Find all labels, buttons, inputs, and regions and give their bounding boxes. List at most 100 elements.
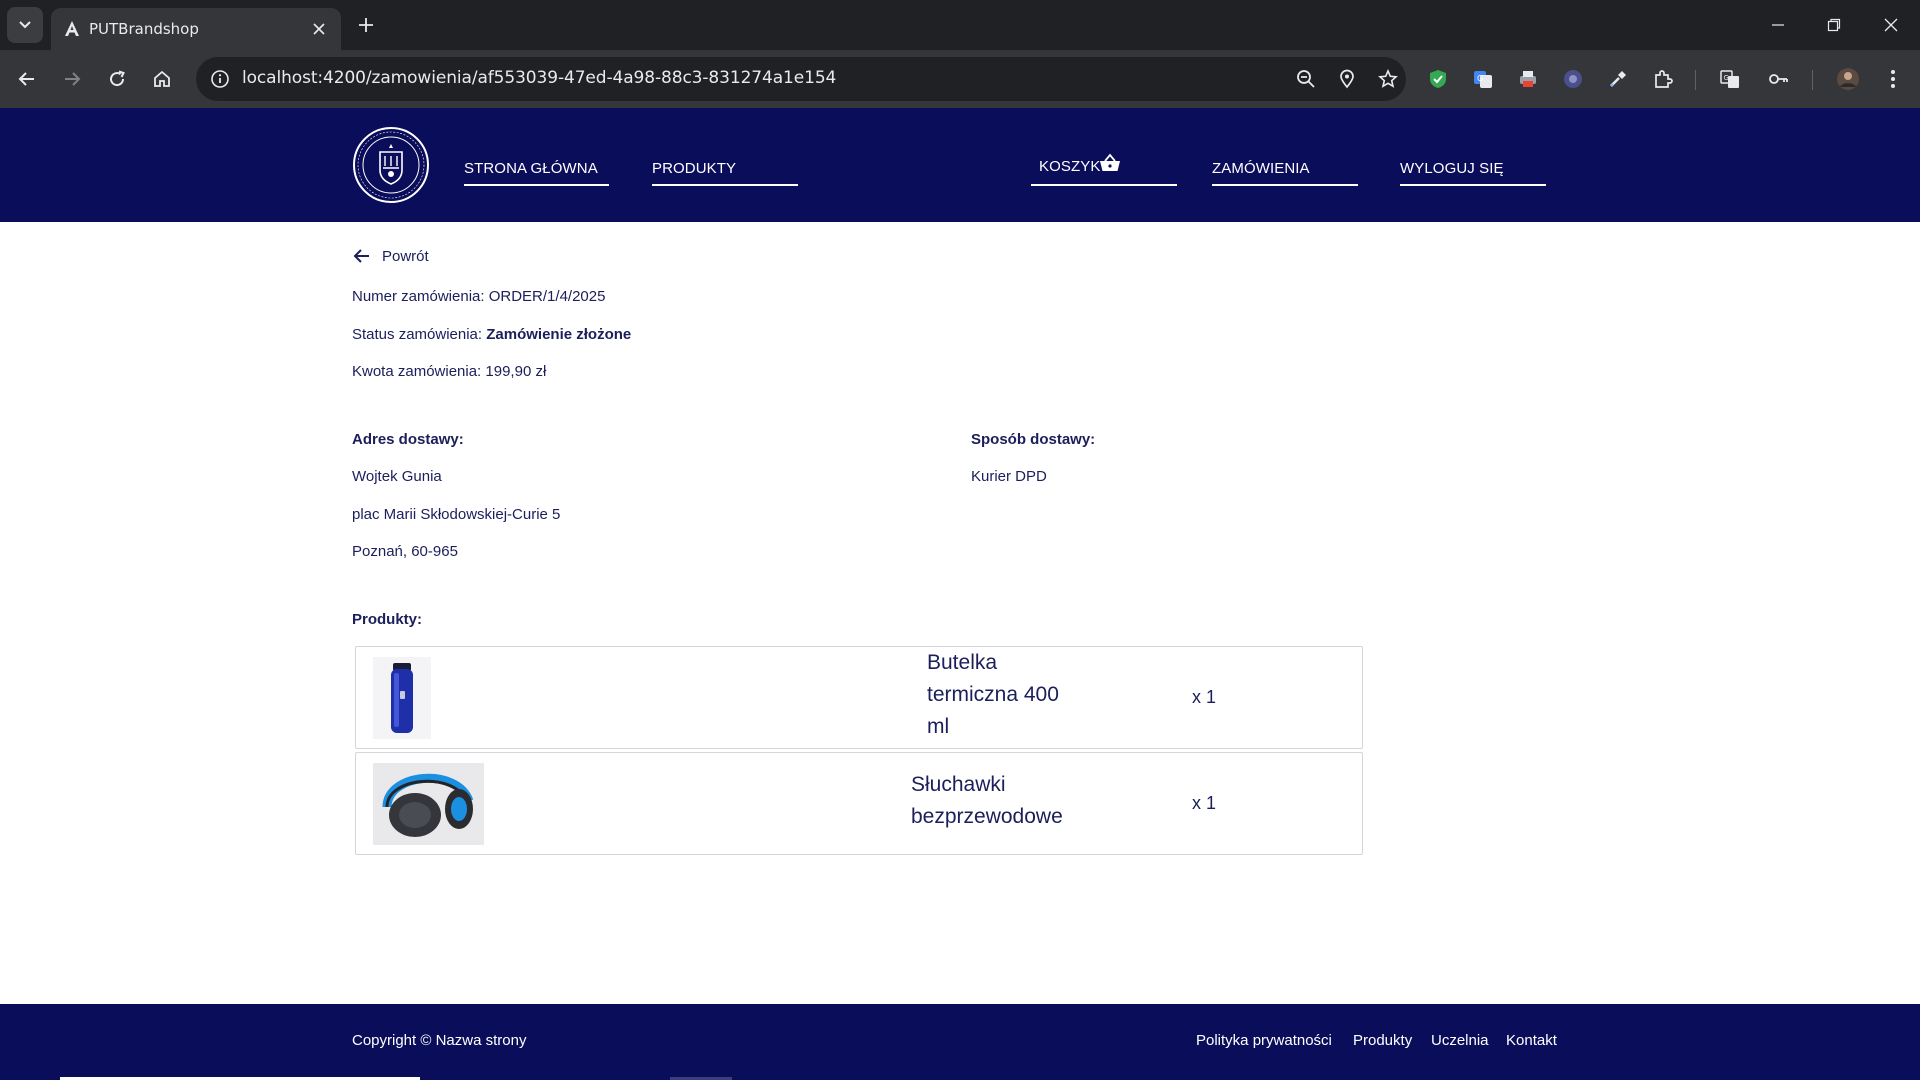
profile-extension-button[interactable] [1557, 63, 1589, 95]
order-number-label: Numer zamówienia: [352, 288, 489, 305]
translate-page-button[interactable]: G [1714, 63, 1746, 95]
order-amount-value: 199,90 zł [485, 363, 547, 380]
angular-favicon-icon [65, 21, 79, 36]
university-logo[interactable] [352, 126, 430, 204]
footer-link-contact[interactable]: Kontakt [1506, 1032, 1557, 1049]
svg-text:G: G [1724, 74, 1729, 82]
new-tab-button[interactable] [352, 11, 380, 39]
copyright-text: Copyright © Nazwa strony [352, 1032, 527, 1049]
reload-button[interactable] [99, 61, 135, 97]
address-title: Adres dostawy: [352, 431, 464, 448]
minimize-icon [1772, 24, 1784, 26]
product-name-line: termiczna 400 [927, 683, 1059, 706]
toolbar-separator [1812, 70, 1813, 90]
product-quantity: x 1 [1192, 687, 1217, 707]
eyedropper-icon [1609, 71, 1626, 88]
toolbar-separator [1695, 70, 1696, 90]
arrow-left-icon [353, 249, 369, 263]
tab-close-button[interactable] [307, 17, 331, 41]
product-name: Słuchawki bezprzewodowe [911, 769, 1111, 833]
chrome-menu-button[interactable] [1877, 63, 1909, 95]
product-name-line: Butelka [927, 651, 998, 674]
nav-products[interactable]: PRODUKTY [652, 152, 798, 186]
thermal-bottle-image [373, 657, 431, 739]
shield-icon [1430, 70, 1446, 88]
wireless-headphones-image [373, 763, 484, 845]
tab-search-button[interactable] [7, 7, 43, 43]
back-link[interactable]: Powrót [352, 244, 429, 268]
location-pin-icon [1340, 69, 1354, 89]
eyedropper-extension-button[interactable] [1602, 63, 1634, 95]
svg-text:G: G [1477, 74, 1483, 83]
puzzle-icon [1655, 70, 1673, 88]
product-row[interactable]: Słuchawki bezprzewodowe x 1 [355, 752, 1363, 855]
close-window-button[interactable] [1862, 0, 1920, 50]
order-status-value: Zamówienie złożone [486, 326, 632, 343]
order-amount: Kwota zamówienia: 199,90 zł [352, 363, 546, 380]
kebab-menu-icon [1891, 70, 1895, 88]
reload-icon [110, 70, 125, 87]
back-nav-button[interactable] [9, 61, 45, 97]
browser-tab-active[interactable]: PUTBrandshop [51, 8, 341, 50]
plus-icon [359, 18, 373, 32]
nav-orders[interactable]: ZAMÓWIENIA [1212, 152, 1358, 186]
footer-link-products[interactable]: Produkty [1353, 1032, 1412, 1049]
nav-home-label: STRONA GŁÓWNA [464, 160, 598, 177]
product-row[interactable]: Butelka termiczna 400 ml x 1 [355, 646, 1363, 749]
close-window-icon [1884, 18, 1898, 32]
address-city: Poznań, 60-965 [352, 543, 458, 560]
zoom-button[interactable] [1290, 63, 1322, 95]
bookmark-button[interactable] [1372, 63, 1404, 95]
minimize-window-button[interactable] [1749, 0, 1807, 50]
location-button[interactable] [1331, 63, 1363, 95]
avatar-icon [1837, 68, 1859, 90]
site-header: STRONA GŁÓWNA PRODUKTY KOSZYK ZAMÓWIENIA… [0, 108, 1920, 222]
nav-logout[interactable]: WYLOGUJ SIĘ [1400, 152, 1546, 186]
address-street: plac Marii Skłodowskiej-Curie 5 [352, 506, 561, 523]
close-icon [313, 23, 325, 35]
order-status-label: Status zamówienia: [352, 326, 487, 343]
key-icon [1769, 74, 1788, 84]
shield-extension-button[interactable] [1422, 63, 1454, 95]
basket-icon [1100, 153, 1120, 171]
chevron-down-icon [19, 21, 31, 29]
back-link-label: Powrót [382, 247, 429, 265]
footer-link-privacy[interactable]: Polityka prywatności [1196, 1032, 1332, 1049]
home-button[interactable] [144, 61, 180, 97]
products-title: Produkty: [352, 611, 423, 628]
product-name: Butelka termiczna 400 ml [927, 647, 1087, 743]
nav-cart[interactable]: KOSZYK [1031, 152, 1177, 186]
printer-icon [1520, 71, 1536, 87]
restore-window-button[interactable] [1805, 0, 1863, 50]
order-amount-label: Kwota zamówienia: [352, 363, 486, 380]
extensions-button[interactable] [1647, 63, 1679, 95]
profile-avatar-button[interactable] [1832, 63, 1864, 95]
printer-extension-button[interactable] [1512, 63, 1544, 95]
delivery-method: Kurier DPD [971, 468, 1047, 485]
order-status: Status zamówienia: Zamówienie złożone [352, 326, 631, 343]
product-quantity: x 1 [1192, 793, 1217, 813]
translate-icon: G [1720, 70, 1739, 88]
site-info-button[interactable] [204, 63, 236, 95]
site-footer: Copyright © Nazwa strony Polityka prywat… [0, 1004, 1920, 1080]
restore-icon [1827, 18, 1841, 32]
nav-logout-label: WYLOGUJ SIĘ [1400, 160, 1504, 177]
address-name: Wojtek Gunia [352, 468, 442, 485]
nav-products-label: PRODUKTY [652, 160, 737, 177]
order-number: Numer zamówienia: ORDER/1/4/2025 [352, 288, 605, 305]
delivery-title: Sposób dostawy: [971, 431, 1096, 448]
address-bar[interactable]: localhost:4200/zamowienia/af553039-47ed-… [196, 57, 1406, 101]
circle-extension-icon [1564, 70, 1582, 88]
home-icon [154, 70, 170, 87]
footer-link-university[interactable]: Uczelnia [1431, 1032, 1489, 1049]
forward-nav-button[interactable] [54, 61, 90, 97]
browser-toolbar: localhost:4200/zamowienia/af553039-47ed-… [0, 50, 1920, 108]
translate-extension-button[interactable]: G [1467, 63, 1499, 95]
product-name-line: ml [927, 715, 950, 738]
product-name-line: Słuchawki [911, 773, 1006, 796]
google-translate-icon: G [1474, 71, 1492, 88]
url-text[interactable]: localhost:4200/zamowienia/af553039-47ed-… [242, 68, 836, 88]
browser-tabbar: PUTBrandshop [0, 0, 1920, 50]
nav-home[interactable]: STRONA GŁÓWNA [464, 152, 609, 186]
password-manager-button[interactable] [1762, 63, 1794, 95]
